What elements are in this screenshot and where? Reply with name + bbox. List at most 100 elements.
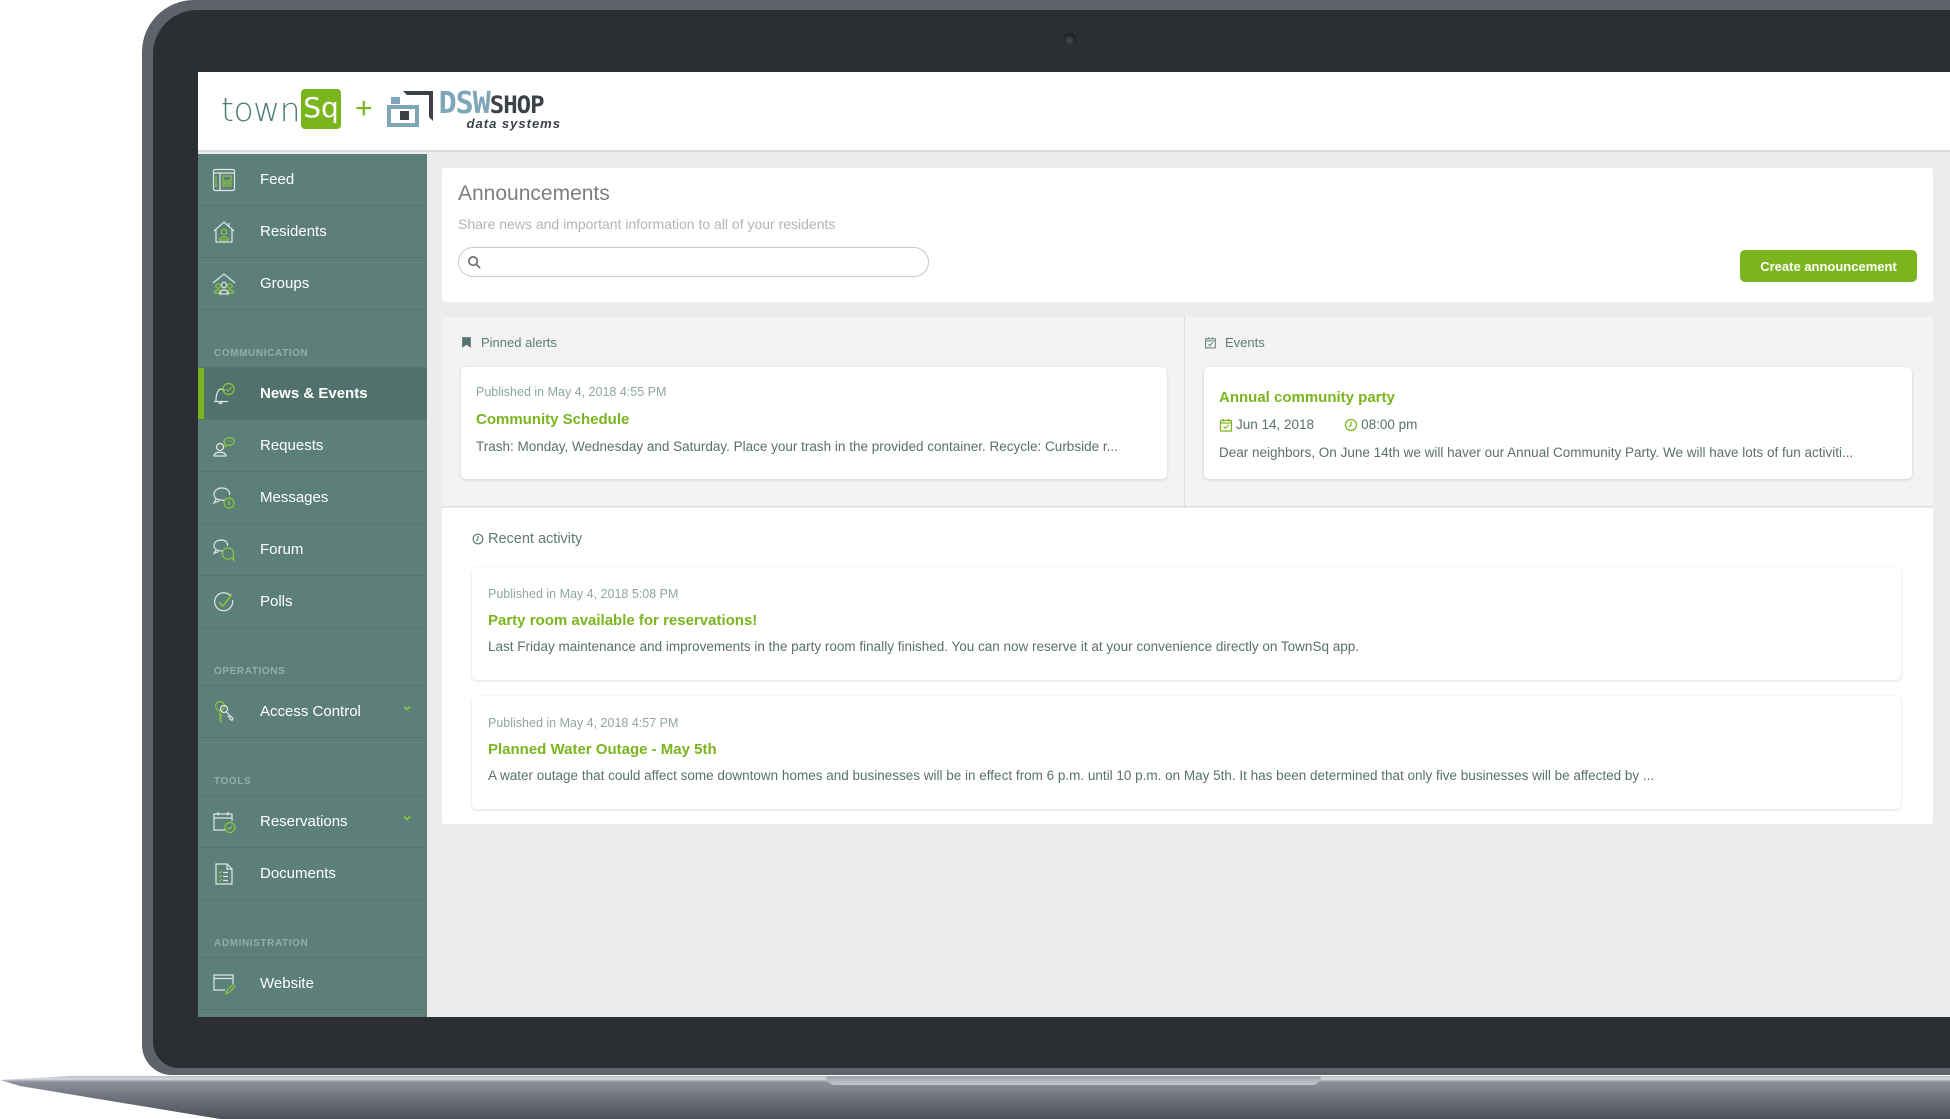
sidebar-item-label: Forum: [260, 541, 304, 558]
search-field[interactable]: [458, 247, 929, 277]
sidebar-item-polls[interactable]: Polls: [198, 576, 427, 628]
calendar-check-icon: [1205, 337, 1216, 349]
event-time-wrap: 08:00 pm: [1344, 417, 1417, 432]
sidebar-item-news-events[interactable]: News & Events: [198, 368, 427, 420]
event-card[interactable]: Annual community party Jun 14, 2018 08:0…: [1204, 367, 1912, 479]
logo-plus: +: [355, 92, 373, 125]
event-title[interactable]: Annual community party: [1219, 389, 1395, 406]
calendar-icon: [1219, 418, 1233, 432]
activity-title[interactable]: Planned Water Outage - May 5th: [488, 741, 717, 758]
pinned-alerts-section: Pinned alerts Published in May 4, 2018 4…: [442, 317, 1185, 507]
activity-card[interactable]: Published in May 4, 2018 5:08 PM Party r…: [472, 567, 1901, 680]
sidebar-item-access-control[interactable]: Access Control: [198, 686, 427, 738]
sidebar-item-label: Website: [260, 975, 314, 992]
camera-icon: [1063, 33, 1076, 46]
announcements-panel: Announcements Share news and important i…: [442, 168, 1933, 302]
create-announcement-button[interactable]: Create announcement: [1740, 250, 1917, 282]
news-events-icon: [214, 382, 235, 405]
published-date: Published in May 4, 2018 5:08 PM: [488, 587, 679, 601]
sidebar-item-feed[interactable]: Feed: [198, 154, 427, 206]
sidebar-item-requests[interactable]: Requests: [198, 420, 427, 472]
sidebar-item-documents[interactable]: Documents: [198, 848, 427, 900]
documents-icon: [215, 863, 233, 885]
sidebar-item-messages[interactable]: Messages: [198, 472, 427, 524]
recent-activity-header: Recent activity: [472, 531, 582, 547]
pinned-events-row: Pinned alerts Published in May 4, 2018 4…: [442, 317, 1933, 507]
page-subtitle: Share news and important information to …: [458, 216, 836, 232]
laptop-base-notch: [826, 1076, 1321, 1085]
messages-icon: [212, 487, 235, 509]
app-screen: town Sq + DSWSHOP data systems Feed Resi…: [198, 72, 1950, 1017]
access-control-icon: [214, 700, 234, 723]
activity-title[interactable]: Party room available for reservations!: [488, 612, 757, 629]
sidebar-item-reservations[interactable]: Reservations: [198, 796, 427, 848]
activity-excerpt: A water outage that could affect some do…: [488, 768, 1655, 783]
polls-icon: [214, 592, 234, 612]
sidebar-section-communication: COMMUNICATION: [198, 310, 427, 368]
dswshop-logo-text: DSWSHOP data systems: [439, 88, 561, 131]
sidebar-item-groups[interactable]: Groups: [198, 258, 427, 310]
published-date: Published in May 4, 2018 4:55 PM: [476, 385, 667, 399]
sidebar-item-label: Documents: [260, 865, 336, 882]
search-input[interactable]: [489, 252, 919, 272]
events-label: Events: [1225, 335, 1265, 350]
search-icon: [468, 256, 481, 269]
sidebar-section-administration: ADMINISTRATION: [198, 900, 427, 958]
sidebar-item-label: Messages: [260, 489, 329, 506]
sidebar-item-label: Requests: [260, 437, 324, 454]
sidebar-item-label: Polls: [260, 593, 293, 610]
activity-excerpt: Last Friday maintenance and improvements…: [488, 639, 1359, 654]
page-title: Announcements: [458, 182, 610, 205]
bookmark-icon: [462, 337, 471, 348]
pinned-alerts-label: Pinned alerts: [481, 335, 557, 350]
event-time: 08:00 pm: [1361, 417, 1418, 432]
sidebar-item-residents[interactable]: Residents: [198, 206, 427, 258]
main-content: Announcements Share news and important i…: [427, 154, 1950, 1017]
event-date: Jun 14, 2018: [1236, 417, 1315, 432]
groups-icon: [212, 273, 236, 295]
activity-card[interactable]: Published in May 4, 2018 4:57 PM Planned…: [472, 696, 1901, 809]
sidebar-section-title: TOOLS: [214, 776, 252, 787]
sidebar-item-label: Feed: [260, 171, 295, 188]
townsq-logo-text: town: [221, 89, 301, 129]
dswshop-logo-icon: [386, 89, 437, 129]
event-excerpt: Dear neighbors, On June 14th we will hav…: [1219, 445, 1854, 460]
residents-icon: [213, 221, 235, 243]
alert-excerpt: Trash: Monday, Wednesday and Saturday. P…: [476, 439, 1118, 454]
logo[interactable]: town Sq + DSWSHOP data systems: [221, 87, 561, 131]
sidebar-section-title: ADMINISTRATION: [214, 938, 309, 949]
sidebar: Feed Residents Groups COMMUNICATION News…: [198, 154, 427, 1017]
townsq-logo-badge: Sq: [301, 89, 342, 129]
sidebar-section-title: OPERATIONS: [214, 666, 286, 677]
chevron-down-icon[interactable]: [401, 812, 413, 824]
clock-icon: [1344, 418, 1358, 431]
sidebar-section-tools: TOOLS: [198, 738, 427, 796]
alert-title[interactable]: Community Schedule: [476, 411, 629, 428]
forum-icon: [212, 539, 236, 562]
clock-icon: [472, 533, 484, 545]
app-header: town Sq + DSWSHOP data systems: [198, 72, 1950, 152]
recent-activity-section: Recent activity Published in May 4, 2018…: [442, 508, 1933, 824]
feed-icon: [212, 168, 236, 192]
events-section: Events Annual community party Jun 14, 20…: [1186, 317, 1933, 507]
event-when: Jun 14, 2018 08:00 pm: [1219, 417, 1417, 432]
pinned-alerts-header: Pinned alerts: [460, 335, 557, 350]
sidebar-item-assignments[interactable]: Assignments: [198, 1010, 427, 1017]
sidebar-item-label: Access Control: [260, 703, 361, 720]
published-date: Published in May 4, 2018 4:57 PM: [488, 716, 679, 730]
requests-icon: [213, 437, 235, 457]
pinned-alert-card[interactable]: Published in May 4, 2018 4:55 PM Communi…: [461, 367, 1167, 479]
dswshop-logo-suffix: SHOP: [489, 90, 545, 119]
website-icon: [213, 974, 236, 996]
sidebar-section-title: COMMUNICATION: [214, 348, 309, 359]
chevron-down-icon[interactable]: [401, 702, 413, 714]
sidebar-item-label: Reservations: [260, 813, 348, 830]
dswshop-logo-sub: data systems: [466, 115, 561, 131]
sidebar-item-label: News & Events: [260, 385, 368, 402]
sidebar-item-label: Groups: [260, 275, 310, 292]
sidebar-item-label: Residents: [260, 223, 327, 240]
sidebar-section-operations: OPERATIONS: [198, 628, 427, 686]
sidebar-item-website[interactable]: Website: [198, 958, 427, 1010]
sidebar-item-forum[interactable]: Forum: [198, 524, 427, 576]
reservations-icon: [213, 812, 236, 834]
